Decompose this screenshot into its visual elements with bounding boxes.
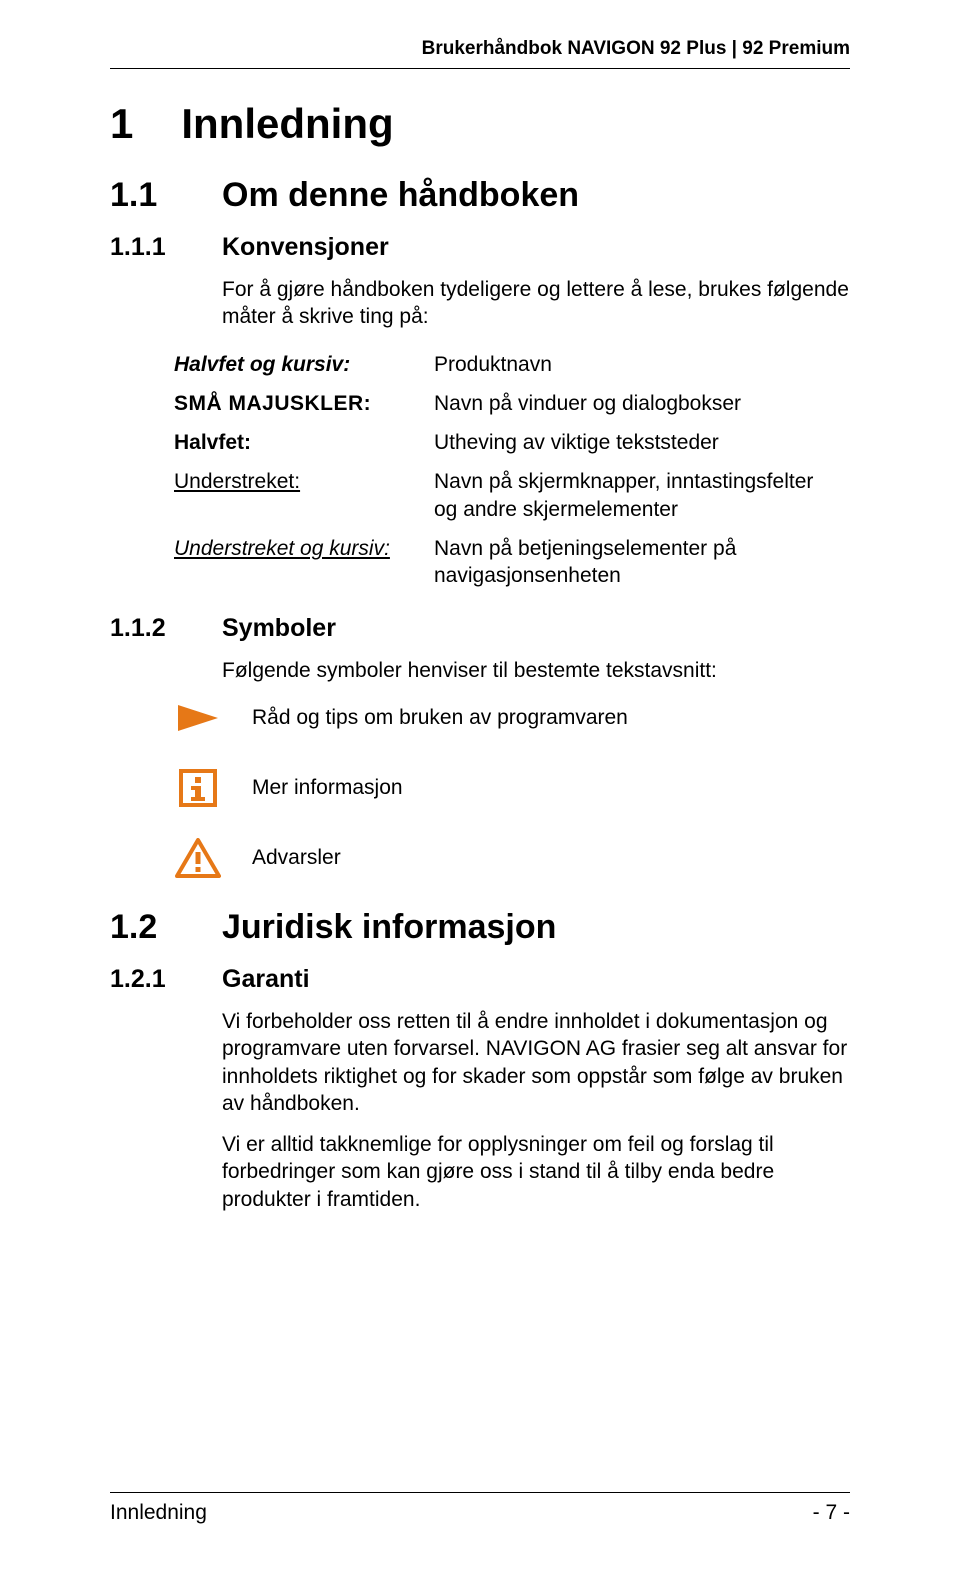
- conv-key-underline-italic: Understreket og kursiv:: [174, 529, 434, 596]
- tip-icon: [174, 698, 222, 738]
- section-1-1-1-intro: For å gjøre håndboken tydeligere og lett…: [222, 276, 850, 331]
- heading-1-1-1-title: Konvensjoner: [222, 233, 389, 262]
- heading-1-1-title: Om denne håndboken: [222, 176, 579, 215]
- heading-1-1-2-number: 1.1.2: [110, 614, 200, 643]
- footer-section-name: Innledning: [110, 1501, 207, 1525]
- section-1-2-1-p2: Vi er alltid takknemlige for opplysninge…: [222, 1131, 850, 1213]
- section-1-1-2-intro: Følgende symboler henviser til bestemte …: [222, 657, 850, 684]
- symbol-warning-label: Advarsler: [252, 846, 341, 870]
- table-row: Halvfet og kursiv: Produktnavn: [174, 345, 850, 384]
- heading-1-1-1: 1.1.1 Konvensjoner: [110, 233, 850, 262]
- heading-1: 1 Innledning: [110, 100, 850, 148]
- heading-1-2-1: 1.2.1 Garanti: [110, 965, 850, 994]
- conventions-table: Halvfet og kursiv: Produktnavn SMÅ MAJUS…: [174, 345, 850, 596]
- symbol-row-warning: Advarsler: [174, 838, 850, 878]
- conv-key-smallcaps: SMÅ MAJUSKLER:: [174, 384, 434, 423]
- symbol-row-info: Mer informasjon: [174, 768, 850, 808]
- page-header-title: Brukerhåndbok NAVIGON 92 Plus | 92 Premi…: [422, 38, 850, 60]
- section-1-2-1-p1: Vi forbeholder oss retten til å endre in…: [222, 1008, 850, 1117]
- conv-key-bold-italic: Halvfet og kursiv:: [174, 345, 434, 384]
- symbol-tip-label: Råd og tips om bruken av programvaren: [252, 706, 628, 730]
- table-row: Understreket og kursiv: Navn på betjenin…: [174, 529, 850, 596]
- footer-page-number: - 7 -: [813, 1501, 850, 1525]
- document-page: Brukerhåndbok NAVIGON 92 Plus | 92 Premi…: [0, 0, 960, 1571]
- heading-1-1-2-title: Symboler: [222, 614, 336, 643]
- header-rule: [110, 68, 850, 69]
- table-row: Understreket: Navn på skjermknapper, inn…: [174, 462, 850, 529]
- warning-icon: [174, 838, 222, 878]
- table-row: Halvfet: Utheving av viktige tekststeder: [174, 423, 850, 462]
- conv-key-underline: Understreket:: [174, 462, 434, 529]
- conv-key-bold: Halvfet:: [174, 423, 434, 462]
- conv-val: Navn på betjeningselementer på navigasjo…: [434, 529, 850, 596]
- heading-1-number: 1: [110, 100, 133, 148]
- heading-1-title: Innledning: [181, 100, 393, 148]
- info-icon: [174, 768, 222, 808]
- conv-val: Utheving av viktige tekststeder: [434, 423, 850, 462]
- heading-1-1-number: 1.1: [110, 176, 200, 215]
- symbol-row-tip: Råd og tips om bruken av programvaren: [174, 698, 850, 738]
- symbol-info-label: Mer informasjon: [252, 776, 403, 800]
- heading-1-1-1-number: 1.1.1: [110, 233, 200, 262]
- heading-1-2-1-number: 1.2.1: [110, 965, 200, 994]
- heading-1-2: 1.2 Juridisk informasjon: [110, 908, 850, 947]
- heading-1-2-1-title: Garanti: [222, 965, 310, 994]
- heading-1-2-title: Juridisk informasjon: [222, 908, 556, 947]
- heading-1-1-2: 1.1.2 Symboler: [110, 614, 850, 643]
- conv-val: Navn på skjermknapper, inntastingsfelter…: [434, 462, 850, 529]
- conv-val: Navn på vinduer og dialogbokser: [434, 384, 850, 423]
- conv-val: Produktnavn: [434, 345, 850, 384]
- table-row: SMÅ MAJUSKLER: Navn på vinduer og dialog…: [174, 384, 850, 423]
- footer-rule: [110, 1492, 850, 1493]
- heading-1-1: 1.1 Om denne håndboken: [110, 176, 850, 215]
- heading-1-2-number: 1.2: [110, 908, 200, 947]
- page-content: 1 Innledning 1.1 Om denne håndboken 1.1.…: [110, 100, 850, 1227]
